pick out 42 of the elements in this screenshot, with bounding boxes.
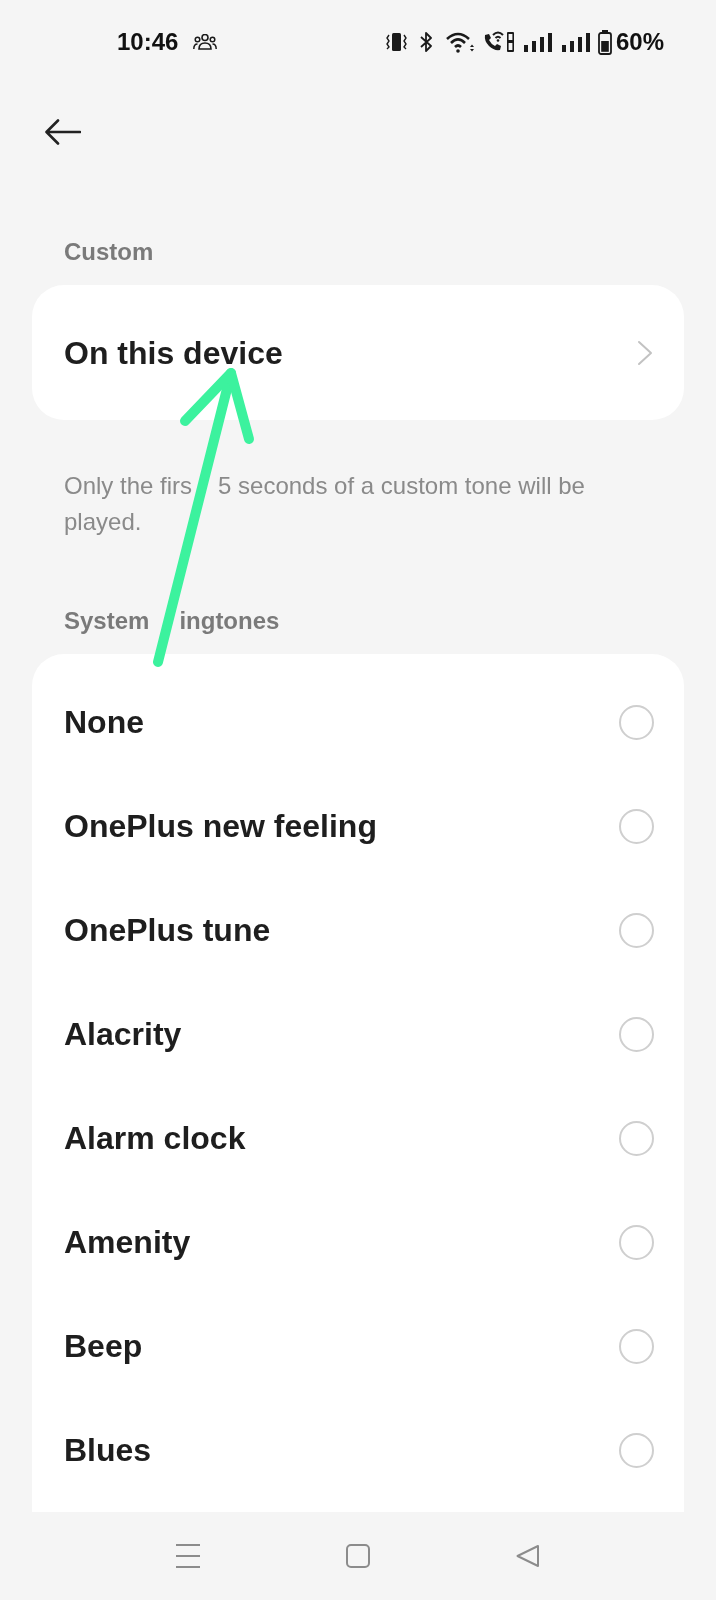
ringtone-label[interactable]: Blues <box>64 1426 152 1474</box>
help-text: Only the firs <box>64 471 193 501</box>
chevron-right-icon <box>637 339 653 366</box>
radio-button[interactable] <box>619 1120 654 1156</box>
radio-button[interactable] <box>619 912 654 948</box>
section-title: System <box>64 607 150 635</box>
menu-icon <box>176 1544 200 1568</box>
list-item-card[interactable]: On this device <box>32 285 684 420</box>
ringtone-label[interactable]: OnePlus new feeling <box>64 802 377 850</box>
signal-icon <box>523 32 553 52</box>
ringtone-label[interactable]: Alarm clock <box>64 1114 246 1162</box>
ringtone-label[interactable]: Amenity <box>64 1218 191 1266</box>
radio-button[interactable] <box>619 1016 654 1052</box>
battery-icon <box>597 29 612 55</box>
ringtone-label[interactable]: OnePlus tune <box>64 906 271 954</box>
back-arrow-icon <box>45 119 81 145</box>
triangle-left-icon <box>516 1544 540 1568</box>
help-text: played. <box>64 507 142 537</box>
battery-percent: 60% <box>615 28 664 56</box>
back-nav-button[interactable] <box>516 1544 540 1568</box>
radio-button[interactable] <box>619 1328 654 1364</box>
ringtone-label[interactable]: Alacrity <box>64 1010 182 1058</box>
radio-button[interactable] <box>619 704 654 740</box>
status-time: 10:46 <box>117 28 179 56</box>
help-text: 5 seconds of a custom tone will be <box>218 471 585 501</box>
vibrate-icon <box>385 33 407 51</box>
wifi-calling-icon <box>482 31 515 53</box>
square-icon <box>346 1544 370 1568</box>
home-button[interactable] <box>346 1544 370 1568</box>
ringtone-label[interactable]: Beep <box>64 1322 143 1370</box>
bluetooth-icon <box>418 32 433 52</box>
signal-icon <box>561 32 591 52</box>
section-title: Custom <box>64 238 154 266</box>
back-button[interactable] <box>44 117 82 147</box>
wifi-icon <box>445 31 475 53</box>
menu-button[interactable] <box>176 1544 200 1568</box>
radio-button[interactable] <box>619 1432 654 1468</box>
section-title: ingtones <box>179 607 280 635</box>
people-icon <box>193 34 218 50</box>
ringtone-label[interactable]: None <box>64 698 144 746</box>
radio-button[interactable] <box>619 1224 654 1260</box>
radio-button[interactable] <box>619 808 654 844</box>
